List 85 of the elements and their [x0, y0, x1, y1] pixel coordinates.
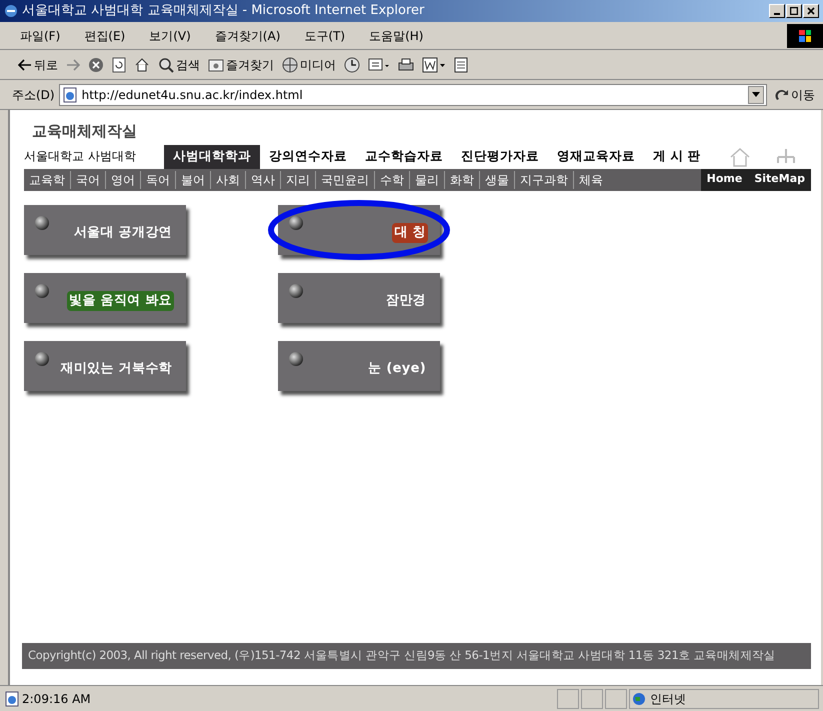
subject-link[interactable]: 화학: [444, 170, 479, 188]
status-pane: [581, 688, 603, 708]
refresh-icon: [112, 56, 126, 72]
page-icon: [4, 690, 20, 706]
subject-link[interactable]: 생물: [479, 170, 514, 188]
status-time: 2:09:16 AM: [22, 690, 92, 708]
subject-link[interactable]: 독어: [140, 170, 175, 188]
window-title: 서울대학교 사범대학 교육매체제작실 - Microsoft Internet Explorer: [22, 2, 426, 20]
subject-link[interactable]: 역사: [245, 170, 280, 188]
nav-tab[interactable]: 교수학습자료: [356, 144, 452, 168]
nav-tab[interactable]: 진단평가자료: [452, 144, 548, 168]
menu-item[interactable]: 보기(V): [145, 26, 195, 44]
subject-link[interactable]: 사회: [210, 170, 245, 188]
button-label: 대 칭: [392, 223, 428, 242]
toolbar-button[interactable]: [112, 56, 126, 72]
toolbar-button[interactable]: [422, 56, 446, 72]
nav-tab[interactable]: 게 시 판: [644, 144, 710, 168]
menu-button[interactable]: 서울대 공개강연: [24, 204, 186, 254]
toolbar-button[interactable]: 검색: [158, 56, 200, 74]
back-arrow-icon: [18, 58, 32, 70]
nav-tab[interactable]: 영재교육자료: [548, 144, 644, 168]
status-pane: [605, 688, 627, 708]
forward-arrow-icon: [66, 58, 80, 70]
stop-icon: [88, 56, 104, 72]
subject-link[interactable]: 물리: [409, 170, 444, 188]
copyright-text: Copyright(c) 2003, All right reserved, (우)151-742 서울특별시 관악구 신림9동 산 56-1번지 서울대학교 사범대학 11동 321호 교육매체제작실: [28, 647, 776, 664]
menu-item[interactable]: 도구(T): [300, 26, 350, 44]
toolbar-button[interactable]: [344, 56, 360, 72]
toolbar-button[interactable]: [88, 56, 104, 72]
printer-icon: [398, 56, 414, 72]
subject-link[interactable]: 체육: [573, 170, 608, 188]
toolbar-button[interactable]: 미디어: [282, 56, 336, 74]
go-button[interactable]: 이동: [771, 86, 819, 104]
menu-button[interactable]: 빛을 움직여 봐요: [24, 272, 186, 322]
button-label: 잠만경: [385, 292, 427, 310]
site-logo: 교육매체제작실: [31, 121, 138, 142]
toolbar-button[interactable]: 즐겨찾기: [208, 56, 274, 74]
toolbar-button[interactable]: 뒤로: [18, 56, 58, 74]
subject-link[interactable]: 영어: [105, 170, 140, 188]
toolbar-button[interactable]: [398, 56, 414, 72]
page-icon: [62, 86, 78, 102]
menu-item[interactable]: 파일(F): [16, 26, 64, 44]
close-icon: [807, 7, 815, 15]
maximize-icon: [790, 7, 798, 15]
home-icon: [729, 146, 751, 166]
go-arrow-icon: [775, 88, 789, 102]
button-label: 눈 (eye): [367, 360, 427, 378]
nav-link[interactable]: SiteMap: [754, 171, 805, 188]
button-label: 재미있는 거북수학: [60, 360, 173, 378]
nav-link[interactable]: Home: [706, 171, 742, 188]
menu-button[interactable]: 재미있는 거북수학: [24, 340, 186, 390]
site-subtitle: 서울대학교 사범대학: [24, 148, 137, 164]
menu-button[interactable]: 잠만경: [278, 272, 440, 322]
minimize-button[interactable]: [769, 4, 785, 18]
menu-button[interactable]: 눈 (eye): [278, 340, 440, 390]
toolbar-button[interactable]: [134, 56, 150, 72]
menu-item[interactable]: 도움말(H): [365, 26, 428, 44]
button-label: 서울대 공개강연: [72, 224, 173, 242]
clock-icon: [344, 56, 360, 72]
search-icon: [158, 56, 174, 72]
close-button[interactable]: [803, 4, 819, 18]
globe-icon: [282, 56, 298, 72]
security-zone: 인터넷: [650, 690, 686, 708]
address-label: 주소(D): [12, 86, 55, 104]
address-field[interactable]: http://edunet4u.snu.ac.kr/index.html: [58, 84, 767, 106]
toolbar-button[interactable]: [454, 56, 468, 72]
subject-link[interactable]: 지구과학: [514, 170, 573, 188]
nav-tab[interactable]: 강의연수자료: [260, 144, 356, 168]
subject-link[interactable]: 국민윤리: [315, 170, 374, 188]
globe-icon: [632, 692, 646, 706]
maximize-button[interactable]: [786, 4, 802, 18]
subject-link[interactable]: 교육학: [24, 170, 70, 188]
status-pane: [557, 688, 579, 708]
windows-logo-icon: [787, 24, 823, 48]
subject-link[interactable]: 지리: [280, 170, 315, 188]
nav-tab[interactable]: 사범대학학과: [164, 144, 260, 168]
menu-item[interactable]: 즐겨찾기(A): [210, 26, 284, 44]
home-icon: [134, 56, 150, 72]
subject-link[interactable]: 국어: [70, 170, 105, 188]
menu-item[interactable]: 편집(E): [80, 26, 130, 44]
subject-link[interactable]: 불어: [175, 170, 210, 188]
subject-link[interactable]: 수학: [374, 170, 409, 188]
notepad-icon: [454, 56, 468, 72]
word-document-icon: [422, 56, 446, 72]
button-label: 빛을 움직여 봐요: [67, 291, 174, 310]
